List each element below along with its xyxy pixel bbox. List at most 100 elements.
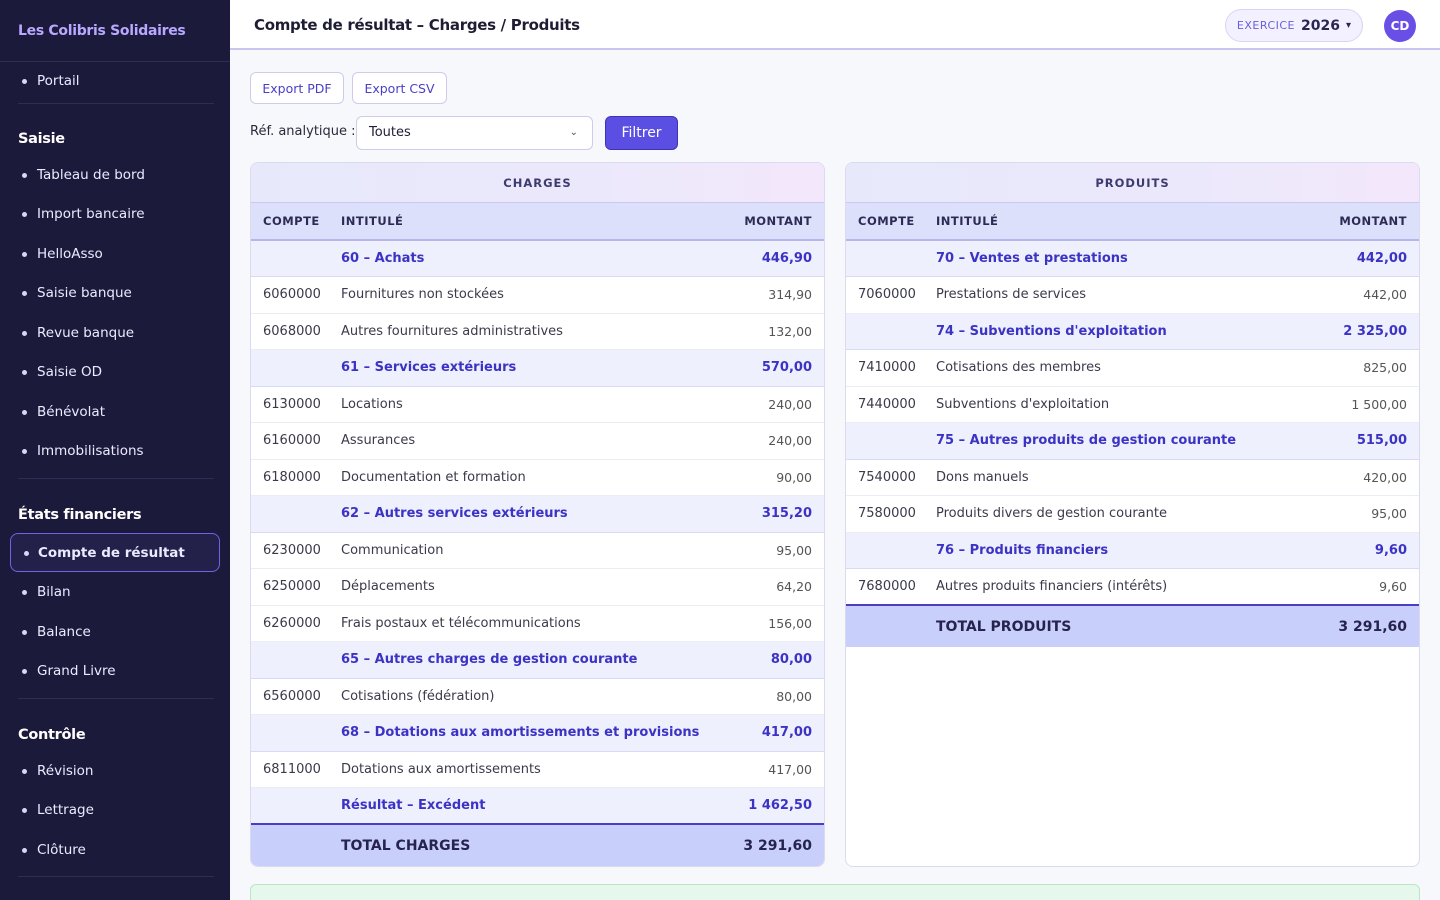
- table-row[interactable]: 7060000 Prestations de services 442,00: [846, 276, 1419, 314]
- sidebar-item-compte-de-resultat[interactable]: Compte de résultat: [10, 533, 220, 572]
- bullet-icon: [24, 551, 29, 556]
- amount: 825,00: [1316, 349, 1419, 387]
- account-group-row[interactable]: 70 – Ventes et prestations 442,00: [846, 240, 1419, 277]
- sidebar-item-bilan[interactable]: Bilan: [0, 582, 71, 602]
- sidebar-item-immobilisations[interactable]: Immobilisations: [0, 441, 144, 461]
- account-number: 6250000: [251, 568, 341, 606]
- table-row[interactable]: 6250000 Déplacements 64,20: [251, 568, 824, 606]
- table-row[interactable]: 7540000 Dons manuels 420,00: [846, 459, 1419, 496]
- chevron-down-icon: ▾: [1345, 20, 1351, 31]
- bullet-icon: [22, 848, 27, 853]
- analytic-ref-select[interactable]: Toutes ⌄: [356, 116, 593, 150]
- account-number: 7440000: [846, 386, 936, 423]
- table-row[interactable]: 7440000 Subventions d'exploitation 1 500,0…: [846, 386, 1419, 423]
- sidebar-item-label: Révision: [37, 763, 94, 779]
- amount: 420,00: [1316, 459, 1419, 496]
- brand-name[interactable]: Les Colibris Solidaires: [0, 0, 230, 62]
- total-value: 3 291,60: [735, 823, 824, 866]
- sidebar-item-saisie-od[interactable]: Saisie OD: [0, 362, 102, 382]
- filter-button[interactable]: Filtrer: [605, 116, 678, 150]
- account-label: 68 – Dotations aux amortissements et pro…: [341, 714, 736, 752]
- export-csv-button[interactable]: Export CSV: [352, 72, 447, 104]
- account-label: 62 – Autres services extérieurs: [341, 495, 736, 533]
- sidebar-item-revision[interactable]: Révision: [0, 761, 93, 781]
- account-number: 7060000: [846, 276, 936, 314]
- account-number: 6068000: [251, 313, 341, 350]
- produits-table: COMPTE INTITULÉ MONTANT 70 – Ventes et p…: [846, 203, 1419, 647]
- chevron-down-icon: ⌄: [569, 127, 578, 138]
- table-row[interactable]: 7580000 Produits divers de gestion couran…: [846, 495, 1419, 533]
- table-row[interactable]: 6230000 Communication 95,00: [251, 532, 824, 569]
- account-number: [846, 240, 936, 277]
- amount: 314,90: [735, 276, 824, 314]
- sidebar-item-label: Balance: [37, 624, 91, 640]
- account-number: [251, 714, 341, 752]
- table-row[interactable]: 7410000 Cotisations des membres 825,00: [846, 349, 1419, 387]
- table-row[interactable]: 6160000 Assurances 240,00: [251, 422, 824, 460]
- sidebar-section-saisie: Saisie: [18, 131, 65, 147]
- sidebar-item-cloture[interactable]: Clôture: [0, 840, 86, 860]
- account-group-row[interactable]: 62 – Autres services extérieurs 315,20: [251, 495, 824, 533]
- sidebar-item-tableau-de-bord[interactable]: Tableau de bord: [0, 165, 145, 185]
- table-row[interactable]: 7680000 Autres produits financiers (intér…: [846, 568, 1419, 606]
- account-number: 6130000: [251, 386, 341, 423]
- sidebar-item-portail[interactable]: Portail: [0, 71, 80, 91]
- table-row[interactable]: 6180000 Documentation et formation 90,00: [251, 459, 824, 496]
- account-label: 76 – Produits financiers: [936, 532, 1317, 569]
- sidebar-item-helloasso[interactable]: HelloAsso: [0, 244, 103, 264]
- sidebar-item-lettrage[interactable]: Lettrage: [0, 800, 94, 820]
- bullet-icon: [22, 252, 27, 257]
- sidebar-item-grand-livre[interactable]: Grand Livre: [0, 661, 116, 681]
- amount: 442,00: [1316, 276, 1419, 314]
- table-row[interactable]: 6060000 Fournitures non stockées 314,90: [251, 276, 824, 314]
- account-group-row[interactable]: 60 – Achats 446,90: [251, 240, 824, 277]
- sidebar-item-balance[interactable]: Balance: [0, 622, 91, 642]
- sidebar-item-label: Grand Livre: [37, 663, 116, 679]
- account-number: 7580000: [846, 495, 936, 533]
- sidebar-item-saisie-banque[interactable]: Saisie banque: [0, 283, 132, 303]
- account-group-row[interactable]: 68 – Dotations aux amortissements et pro…: [251, 714, 824, 752]
- sidebar-item-import-bancaire[interactable]: Import bancaire: [0, 204, 145, 224]
- account-label: Assurances: [341, 422, 736, 460]
- table-row[interactable]: 6811000 Dotations aux amortissements 417,0…: [251, 751, 824, 788]
- account-group-row[interactable]: 74 – Subventions d'exploitation 2 325,00: [846, 313, 1419, 350]
- sidebar-item-benevolat[interactable]: Bénévolat: [0, 402, 105, 422]
- total-row: TOTAL CHARGES 3 291,60: [251, 823, 824, 866]
- export-pdf-button[interactable]: Export PDF: [250, 72, 344, 104]
- total-value: 3 291,60: [1316, 604, 1419, 647]
- account-label: Résultat – Excédent: [341, 787, 736, 825]
- table-row[interactable]: 6130000 Locations 240,00: [251, 386, 824, 423]
- sidebar-item-label: Bénévolat: [37, 404, 105, 420]
- filter-label: Réf. analytique :: [250, 124, 356, 139]
- account-group-row[interactable]: 76 – Produits financiers 9,60: [846, 532, 1419, 569]
- amount: 417,00: [735, 714, 824, 752]
- account-group-row[interactable]: 65 – Autres charges de gestion courante 8…: [251, 641, 824, 679]
- account-label: Frais postaux et télécommunications: [341, 605, 736, 642]
- avatar[interactable]: CD: [1384, 10, 1416, 42]
- sidebar-item-label: Clôture: [37, 842, 86, 858]
- table-row[interactable]: 6560000 Cotisations (fédération) 80,00: [251, 678, 824, 715]
- account-label: Autres produits financiers (intérêts): [936, 568, 1317, 606]
- account-number: 6230000: [251, 532, 341, 569]
- account-group-row[interactable]: 75 – Autres produits de gestion courante…: [846, 422, 1419, 460]
- table-row[interactable]: 6260000 Frais postaux et télécommunicatio…: [251, 605, 824, 642]
- amount: 240,00: [735, 386, 824, 423]
- sidebar-item-label: HelloAsso: [37, 246, 103, 262]
- table-row[interactable]: 6068000 Autres fournitures administrative…: [251, 313, 824, 350]
- exercice-selector[interactable]: EXERCICE 2026 ▾: [1224, 9, 1363, 42]
- account-number: 7540000: [846, 459, 936, 496]
- produits-panel: PRODUITS COMPTE INTITULÉ MONTANT 70 – Ve…: [845, 162, 1420, 867]
- account-number: 6560000: [251, 678, 341, 715]
- account-number: [251, 495, 341, 533]
- account-label: Dotations aux amortissements: [341, 751, 736, 788]
- account-number: 6811000: [251, 751, 341, 788]
- column-header-montant: MONTANT: [1316, 203, 1419, 241]
- account-group-row[interactable]: Résultat – Excédent 1 462,50: [251, 787, 824, 825]
- account-label: Déplacements: [341, 568, 736, 606]
- account-number: [251, 641, 341, 679]
- account-label: 75 – Autres produits de gestion courante: [936, 422, 1317, 460]
- sidebar-item-revue-banque[interactable]: Revue banque: [0, 323, 134, 343]
- account-group-row[interactable]: 61 – Services extérieurs 570,00: [251, 349, 824, 387]
- amount: 9,60: [1316, 532, 1419, 569]
- account-number: 6060000: [251, 276, 341, 314]
